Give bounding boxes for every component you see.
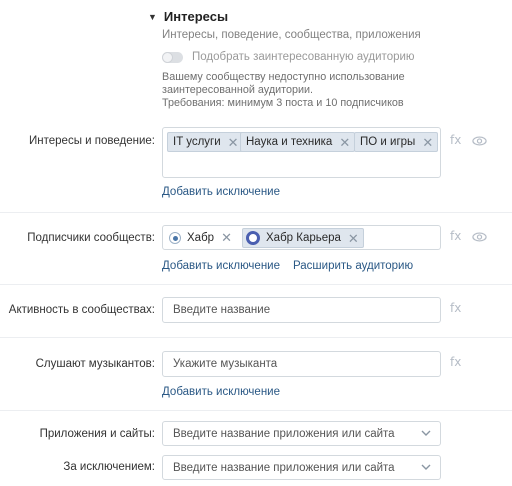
interested-audience-toggle[interactable] (162, 51, 183, 63)
interest-chip: IT услуги ✕ (167, 132, 244, 152)
remove-chip-icon[interactable]: ✕ (422, 136, 433, 149)
remove-chip-icon[interactable]: ✕ (228, 136, 239, 149)
divider (0, 410, 512, 411)
musicians-label: Слушают музыкантов: (35, 358, 155, 370)
section-subtitle: Интересы, поведение, сообщества, приложе… (162, 29, 421, 41)
remove-chip-icon[interactable]: ✕ (221, 230, 232, 246)
musicians-placeholder: Укажите музыканта (173, 358, 278, 370)
interest-chip: ПО и игры ✕ (354, 132, 439, 152)
interests-label: Интересы и поведение: (29, 135, 155, 147)
chip-label: Наука и техника (246, 136, 333, 148)
note-line: Требования: минимум 3 поста и 10 подписч… (162, 97, 404, 109)
divider (0, 284, 512, 285)
activity-label: Активность в сообществах: (8, 304, 155, 316)
except-select[interactable]: Введите название приложения или сайта (162, 455, 441, 480)
activity-placeholder: Введите название (173, 304, 271, 316)
section-title-text: Интересы (163, 9, 229, 24)
section-title[interactable]: ▼ Интересы (148, 9, 228, 24)
eye-icon[interactable] (472, 232, 487, 242)
interests-input[interactable]: IT услуги ✕ Наука и техника ✕ ПО и игры ✕ (162, 127, 441, 178)
community-avatar-icon (246, 231, 260, 245)
except-label: За исключением: (63, 461, 155, 473)
interest-chip: Наука и техника ✕ (240, 132, 356, 152)
fx-icon[interactable]: fx (450, 229, 461, 243)
musicians-input[interactable]: Укажите музыканта (162, 351, 441, 377)
remove-chip-icon[interactable]: ✕ (339, 136, 350, 149)
add-exclusion-link[interactable]: Добавить исключение (162, 260, 280, 272)
except-placeholder: Введите название приложения или сайта (173, 462, 395, 474)
fx-icon[interactable]: fx (450, 133, 461, 147)
subscribers-label: Подписчики сообществ: (27, 232, 155, 244)
chip-label: ПО и игры (360, 136, 416, 148)
interested-audience-toggle-row: Подобрать заинтересованную аудиторию (162, 51, 415, 63)
add-exclusion-link[interactable]: Добавить исключение (162, 386, 280, 398)
chevron-down-icon[interactable] (420, 460, 432, 474)
community-chip: Хабр ✕ (169, 228, 232, 248)
apps-label: Приложения и сайты: (39, 428, 155, 440)
expand-audience-link[interactable]: Расширить аудиторию (293, 260, 413, 272)
community-chip: Хабр Карьера ✕ (242, 228, 364, 248)
divider (0, 337, 512, 338)
remove-chip-icon[interactable]: ✕ (348, 232, 359, 245)
chip-label: Хабр Карьера (266, 232, 341, 244)
interested-audience-toggle-label: Подобрать заинтересованную аудиторию (192, 51, 415, 63)
chip-label: Хабр (187, 232, 215, 244)
toggle-knob (162, 51, 173, 63)
chip-label: IT услуги (173, 136, 221, 148)
note-line: Вашему сообществу недоступно использован… (162, 71, 405, 83)
activity-input[interactable]: Введите название (162, 297, 441, 323)
add-exclusion-link[interactable]: Добавить исключение (162, 186, 280, 198)
collapse-triangle-icon[interactable]: ▼ (148, 12, 157, 22)
apps-placeholder: Введите название приложения или сайта (173, 428, 395, 440)
divider (0, 212, 512, 213)
requirements-note: Вашему сообществу недоступно использован… (162, 71, 422, 110)
fx-icon[interactable]: fx (450, 355, 461, 369)
note-line: заинтересованной аудитории. (162, 84, 314, 96)
subscribers-input[interactable]: Хабр ✕ Хабр Карьера ✕ (162, 225, 441, 250)
community-avatar-icon (169, 232, 181, 244)
eye-icon[interactable] (472, 136, 487, 146)
fx-icon[interactable]: fx (450, 301, 461, 315)
chevron-down-icon[interactable] (420, 426, 432, 440)
apps-select[interactable]: Введите название приложения или сайта (162, 421, 441, 446)
